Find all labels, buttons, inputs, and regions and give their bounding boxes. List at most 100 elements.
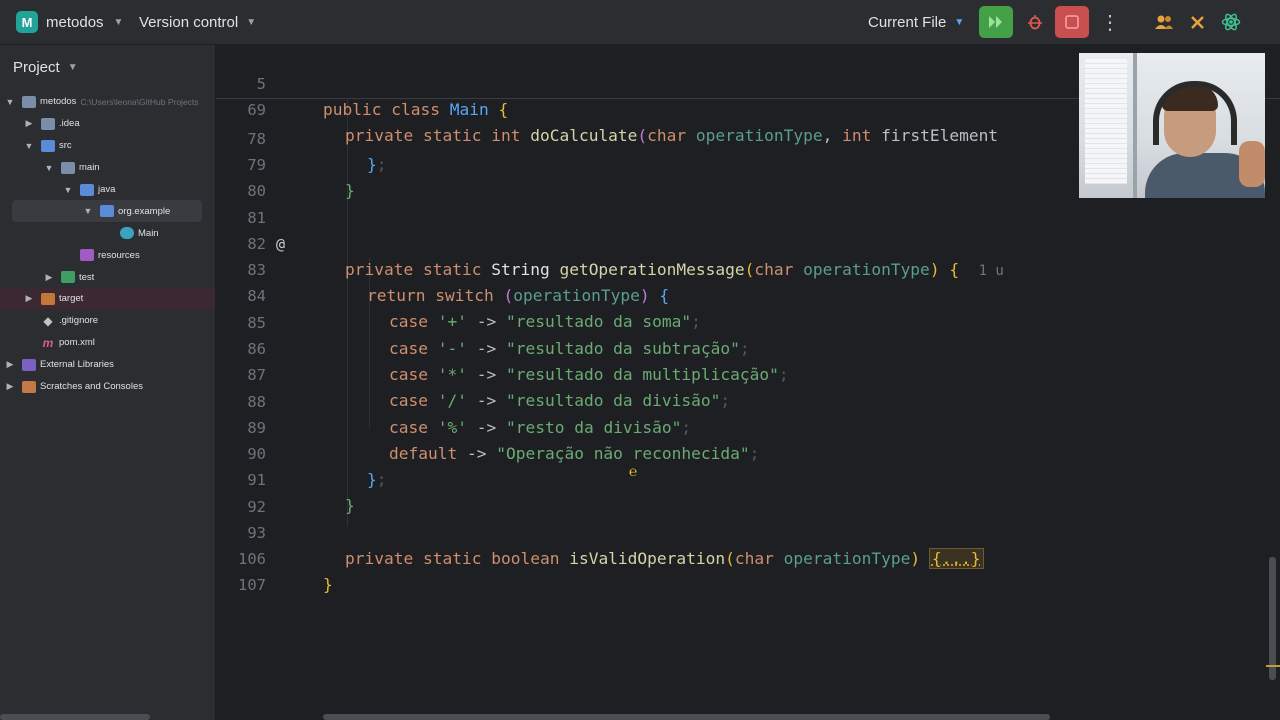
tree-item-label: pom.xml bbox=[59, 337, 95, 349]
text-cursor-icon: ℮ bbox=[629, 463, 638, 479]
run-config-label: Current File bbox=[868, 13, 947, 31]
editor-horizontal-scrollbar[interactable] bbox=[323, 714, 1050, 720]
tree-item-java[interactable]: ▼ java bbox=[0, 179, 215, 201]
tree-item-target[interactable]: ▶ target bbox=[0, 288, 215, 310]
chevron-right-icon[interactable]: ▶ bbox=[4, 381, 16, 392]
code-line: 91 } bbox=[216, 441, 1268, 515]
tree-item-label: resources bbox=[98, 249, 140, 261]
excluded-folder-icon bbox=[41, 292, 55, 305]
tree-item-idea[interactable]: ▶ .idea bbox=[0, 113, 215, 135]
tree-item-metodos[interactable]: ▼ metodos C:\Users\leona\GitHub Projects bbox=[0, 91, 215, 113]
ai-assistant-button[interactable] bbox=[1215, 6, 1247, 38]
code-line: 85 case '-' -> "resultado da subtração"; bbox=[216, 284, 1268, 358]
tree-item-pom[interactable]: m pom.xml bbox=[0, 332, 215, 354]
tree-item-label: src bbox=[59, 140, 72, 152]
chevron-right-icon[interactable]: ▶ bbox=[23, 118, 35, 129]
chevron-down-icon: ▼ bbox=[246, 16, 257, 28]
tree-item-label: Main bbox=[138, 227, 159, 239]
code-line: 87 case '/' -> "resultado da divisão"; bbox=[216, 336, 1268, 410]
tree-item-path: C:\Users\leona\GitHub Projects bbox=[80, 96, 199, 107]
scrollbar-warning-marker[interactable] bbox=[1266, 665, 1280, 667]
more-actions-button[interactable]: ⋮ bbox=[1094, 6, 1126, 38]
version-control-widget[interactable]: Version control ▼ bbox=[139, 11, 256, 33]
code-line: 83 return switch (operationType) { bbox=[216, 231, 1268, 305]
tree-item-main-class[interactable]: Main bbox=[0, 222, 215, 244]
title-bar: M metodos ▼ Version control ▼ Current Fi… bbox=[0, 0, 1280, 45]
tree-item-label: org.example bbox=[118, 205, 171, 217]
tree-item-resources[interactable]: resources bbox=[0, 244, 215, 266]
tree-item-scratches[interactable]: ▶ Scratches and Consoles bbox=[0, 376, 215, 398]
webcam-overlay bbox=[1079, 53, 1265, 198]
code-line: 86 case '*' -> "resultado da multiplicaç… bbox=[216, 310, 1268, 384]
test-folder-icon bbox=[61, 271, 75, 284]
ai-assistant-icon bbox=[1221, 13, 1241, 31]
chevron-down-icon[interactable]: ▼ bbox=[4, 97, 16, 107]
build-tools-button[interactable] bbox=[1182, 6, 1214, 38]
stop-icon bbox=[1065, 15, 1079, 29]
line-number: 107 bbox=[238, 576, 266, 594]
collaborate-button[interactable] bbox=[1148, 6, 1180, 38]
chevron-down-icon: ▼ bbox=[113, 16, 124, 28]
code-line: 90 }; bbox=[216, 415, 1268, 489]
project-header[interactable]: Project ▼ bbox=[13, 59, 78, 76]
project-tree: ▼ metodos C:\Users\leona\GitHub Projects… bbox=[0, 91, 215, 397]
library-icon bbox=[22, 358, 36, 371]
code-line: 82 bbox=[216, 205, 1268, 253]
chevron-down-icon: ▼ bbox=[67, 62, 78, 73]
project-horizontal-scrollbar[interactable] bbox=[0, 714, 150, 720]
collaborate-icon bbox=[1155, 15, 1173, 29]
tree-item-test[interactable]: ▶ test bbox=[0, 266, 215, 288]
editor-vertical-scrollbar[interactable] bbox=[1269, 557, 1276, 680]
chevron-down-icon[interactable]: ▼ bbox=[82, 206, 94, 216]
project-widget[interactable]: M metodos ▼ bbox=[16, 11, 123, 33]
tree-item-label: test bbox=[79, 271, 95, 283]
source-folder-icon bbox=[41, 139, 55, 152]
scratches-icon bbox=[22, 380, 36, 393]
tree-item-label: Scratches and Consoles bbox=[40, 381, 143, 393]
tree-item-src[interactable]: ▼ src bbox=[0, 135, 215, 157]
package-icon bbox=[100, 205, 114, 218]
folder-icon bbox=[41, 117, 55, 130]
tree-item-label: target bbox=[59, 293, 84, 305]
source-root-icon bbox=[80, 183, 94, 196]
folder-icon bbox=[22, 95, 36, 108]
tree-item-label: java bbox=[98, 184, 116, 195]
class-icon bbox=[120, 227, 134, 240]
project-badge: M bbox=[16, 11, 38, 33]
webcam-window-frame bbox=[1079, 53, 1137, 198]
code-line: 107 bbox=[216, 546, 1268, 594]
code-line: 92 bbox=[216, 468, 1268, 516]
webcam-person-hand bbox=[1239, 141, 1265, 187]
resources-folder-icon bbox=[80, 249, 94, 262]
debug-icon bbox=[1028, 15, 1042, 30]
run-button[interactable] bbox=[979, 6, 1013, 38]
more-icon: ⋮ bbox=[1100, 11, 1120, 34]
chevron-right-icon[interactable]: ▶ bbox=[23, 293, 35, 304]
chevron-right-icon[interactable]: ▶ bbox=[43, 272, 55, 283]
chevron-down-icon[interactable]: ▼ bbox=[43, 163, 55, 173]
code-line: 89 default -> "Operação não reconhecida"… bbox=[216, 389, 1268, 463]
tree-item-main[interactable]: ▼ main bbox=[0, 157, 215, 179]
version-control-label: Version control bbox=[139, 13, 239, 31]
stop-button[interactable] bbox=[1055, 6, 1089, 38]
chevron-down-icon[interactable]: ▼ bbox=[62, 185, 74, 195]
code-line: 93 private static boolean isValidOperati… bbox=[216, 494, 1268, 569]
debug-button[interactable] bbox=[1018, 6, 1052, 38]
chevron-right-icon[interactable]: ▶ bbox=[4, 359, 16, 370]
run-config-widget[interactable]: Current File ▼ bbox=[868, 11, 964, 33]
code-line: 84 case '+' -> "resultado da soma"; bbox=[216, 257, 1268, 331]
code-line: 106 } bbox=[216, 520, 1268, 594]
project-name: metodos bbox=[46, 13, 104, 31]
tree-item-label: External Libraries bbox=[40, 359, 114, 371]
chevron-down-icon[interactable]: ▼ bbox=[23, 141, 35, 151]
tree-item-external-libraries[interactable]: ▶ External Libraries bbox=[0, 354, 215, 376]
project-tool-window: Project ▼ ▼ metodos C:\Users\leona\GitHu… bbox=[0, 45, 216, 720]
project-panel-title: Project bbox=[13, 59, 60, 76]
tree-item-gitignore[interactable]: ◆ .gitignore bbox=[0, 310, 215, 332]
build-tools-icon bbox=[1191, 16, 1204, 29]
tree-item-label: .idea bbox=[59, 118, 80, 130]
tree-item-org-example[interactable]: ▼ org.example bbox=[12, 200, 202, 223]
tree-item-label: metodos bbox=[40, 96, 77, 108]
chevron-down-icon: ▼ bbox=[954, 16, 965, 28]
folder-icon bbox=[61, 161, 75, 174]
